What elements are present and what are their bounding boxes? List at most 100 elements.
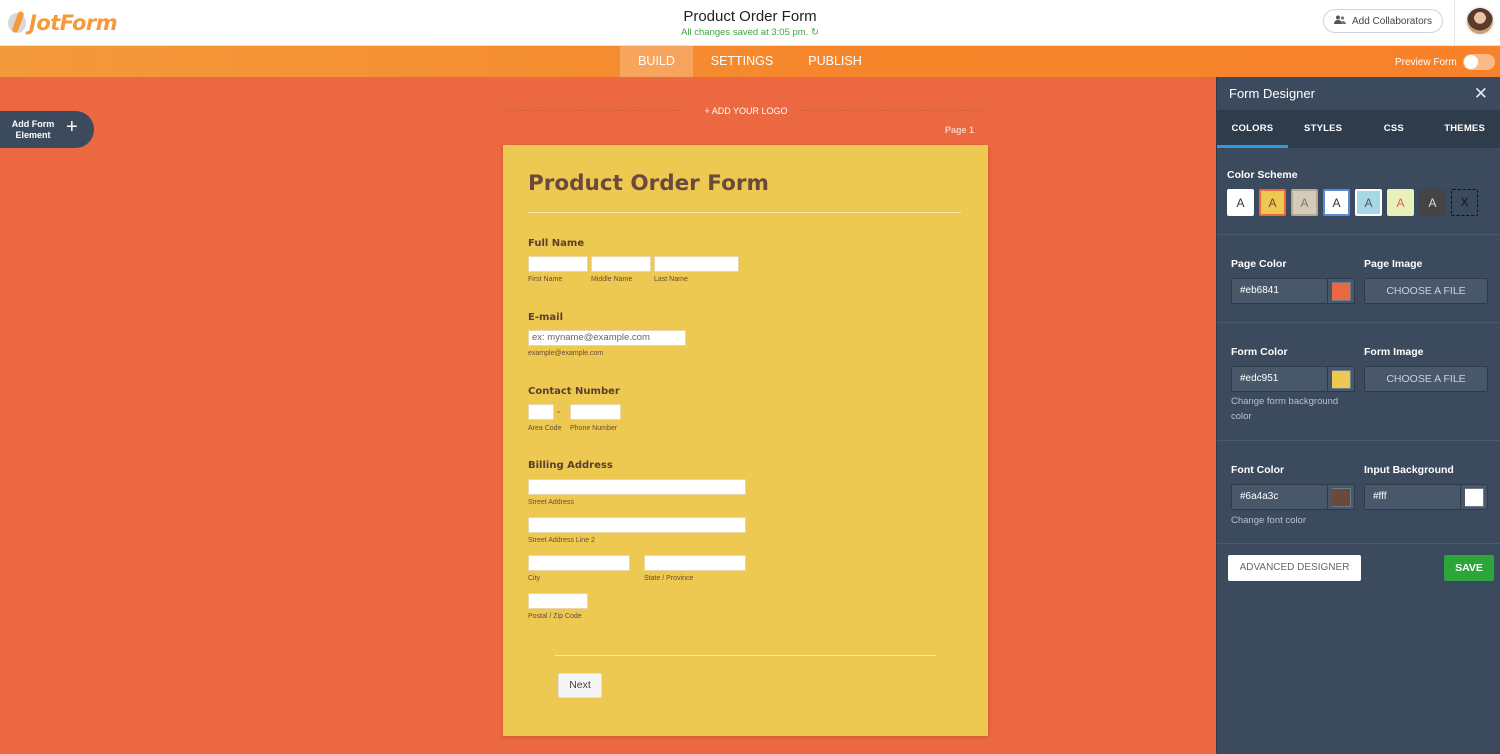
preview-form-toggle[interactable]: Preview Form: [1395, 54, 1495, 70]
city-input[interactable]: [528, 555, 630, 571]
page-color-value: #eb6841: [1240, 285, 1279, 296]
input-separator: [1327, 279, 1328, 303]
color-scheme-swatch[interactable]: X: [1451, 189, 1478, 216]
panel-tabs: COLORS STYLES CSS THEMES: [1217, 110, 1500, 148]
next-button[interactable]: Next: [558, 673, 602, 698]
input-separator: [1327, 485, 1328, 509]
input-background-chip[interactable]: [1465, 488, 1484, 507]
preview-form-label: Preview Form: [1395, 56, 1457, 68]
logo-text: JotForm: [29, 11, 118, 35]
street-address-input[interactable]: [528, 479, 746, 495]
form-color-value: #edc951: [1240, 373, 1279, 384]
form-color-input[interactable]: #edc951: [1231, 366, 1355, 392]
users-icon: [1333, 15, 1346, 27]
last-name-input[interactable]: [654, 256, 739, 272]
middle-name-sublabel: Middle Name: [591, 276, 633, 283]
font-color-input[interactable]: #6a4a3c: [1231, 484, 1355, 510]
jotform-logo[interactable]: JotForm: [6, 9, 118, 37]
add-collaborators-button[interactable]: Add Collaborators: [1323, 9, 1443, 33]
city-sublabel: City: [528, 575, 541, 582]
form-color-label: Form Color: [1231, 346, 1288, 358]
postal-code-input[interactable]: [528, 593, 588, 609]
input-background-value: #fff: [1373, 491, 1387, 502]
page-color-input[interactable]: #eb6841: [1231, 278, 1355, 304]
color-scheme-swatch[interactable]: A: [1355, 189, 1382, 216]
form-color-chip[interactable]: [1332, 370, 1351, 389]
area-code-input[interactable]: [528, 404, 554, 420]
phone-number-input[interactable]: [570, 404, 621, 420]
form-color-hint: Change form background color: [1231, 396, 1339, 422]
toggle-switch[interactable]: [1462, 54, 1495, 70]
tab-css[interactable]: CSS: [1359, 110, 1430, 148]
street-address-2-sublabel: Street Address Line 2: [528, 537, 595, 544]
tab-styles[interactable]: STYLES: [1288, 110, 1359, 148]
full-name-label[interactable]: Full Name: [528, 238, 584, 249]
color-scheme-swatches: AAAAAAAX: [1227, 189, 1497, 217]
color-scheme-swatch[interactable]: A: [1227, 189, 1254, 216]
form-heading[interactable]: Product Order Form: [528, 171, 769, 196]
user-avatar[interactable]: [1465, 6, 1495, 36]
page-color-label: Page Color: [1231, 258, 1287, 270]
add-form-element-label: Add Form Element: [11, 119, 55, 140]
builder-nav: BUILD SETTINGS PUBLISH Preview Form: [0, 46, 1500, 77]
font-color-section: Font Color #6a4a3c Change font color Inp…: [1217, 441, 1500, 544]
heading-divider: [528, 212, 961, 213]
tab-publish[interactable]: PUBLISH: [800, 46, 870, 77]
add-form-element-button[interactable]: Add Form Element +: [0, 111, 94, 148]
logo-divider-right: [800, 110, 983, 111]
font-color-label: Font Color: [1231, 464, 1285, 476]
font-color-chip[interactable]: [1332, 488, 1351, 507]
email-input[interactable]: ex: myname@example.com: [528, 330, 686, 346]
page-color-chip[interactable]: [1332, 282, 1351, 301]
panel-header: Form Designer ✕: [1217, 77, 1500, 110]
last-name-sublabel: Last Name: [654, 276, 688, 283]
billing-address-label[interactable]: Billing Address: [528, 460, 613, 471]
color-scheme-swatch[interactable]: A: [1291, 189, 1318, 216]
state-input[interactable]: [644, 555, 746, 571]
first-name-sublabel: First Name: [528, 276, 563, 283]
add-collaborators-label: Add Collaborators: [1351, 15, 1433, 27]
phone-dash: -: [557, 407, 561, 418]
email-label[interactable]: E-mail: [528, 312, 563, 323]
middle-name-input[interactable]: [591, 256, 651, 272]
color-scheme-label: Color Scheme: [1227, 169, 1298, 181]
color-scheme-swatch[interactable]: A: [1419, 189, 1446, 216]
input-background-input[interactable]: #fff: [1364, 484, 1488, 510]
first-name-input[interactable]: [528, 256, 588, 272]
street-address-2-input[interactable]: [528, 517, 746, 533]
input-background-label: Input Background: [1364, 464, 1454, 476]
color-scheme-section: Color Scheme AAAAAAAX: [1217, 148, 1500, 235]
street-address-sublabel: Street Address: [528, 499, 574, 506]
plus-icon: +: [66, 116, 78, 138]
close-icon[interactable]: ✕: [1474, 84, 1488, 104]
advanced-designer-button[interactable]: ADVANCED DESIGNER: [1228, 555, 1361, 581]
logo-divider-left: [505, 110, 685, 111]
page-image-label: Page Image: [1364, 258, 1423, 270]
save-button[interactable]: SAVE: [1444, 555, 1494, 581]
tab-themes[interactable]: THEMES: [1429, 110, 1500, 148]
save-status: All changes saved at 3:05 pm. ↻: [681, 27, 819, 38]
tab-build[interactable]: BUILD: [620, 46, 693, 77]
form-image-label: Form Image: [1364, 346, 1424, 358]
color-scheme-swatch[interactable]: A: [1387, 189, 1414, 216]
tab-settings[interactable]: SETTINGS: [703, 46, 781, 77]
form-title[interactable]: Product Order Form: [550, 8, 950, 25]
email-sublabel: example@example.com: [528, 350, 604, 357]
tab-colors[interactable]: COLORS: [1217, 110, 1288, 148]
postal-code-sublabel: Postal / Zip Code: [528, 613, 582, 620]
page-label: Page 1: [945, 125, 975, 135]
color-scheme-swatch[interactable]: A: [1259, 189, 1286, 216]
form-designer-panel: Form Designer ✕ COLORS STYLES CSS THEMES…: [1216, 77, 1500, 754]
header-divider: [1454, 0, 1455, 46]
input-separator: [1460, 485, 1461, 509]
contact-number-label[interactable]: Contact Number: [528, 386, 620, 397]
color-scheme-swatch[interactable]: A: [1323, 189, 1350, 216]
add-logo-button[interactable]: + ADD YOUR LOGO: [690, 106, 802, 116]
phone-number-sublabel: Phone Number: [570, 425, 618, 432]
top-bar: JotForm Product Order Form All changes s…: [0, 0, 1500, 46]
form-color-section: Form Color #edc951 Change form backgroun…: [1217, 323, 1500, 441]
footer-divider: [555, 655, 936, 656]
form-image-choose-button[interactable]: CHOOSE A FILE: [1364, 366, 1488, 392]
form-card: Product Order Form Full Name First Name …: [503, 145, 988, 736]
page-image-choose-button[interactable]: CHOOSE A FILE: [1364, 278, 1488, 304]
